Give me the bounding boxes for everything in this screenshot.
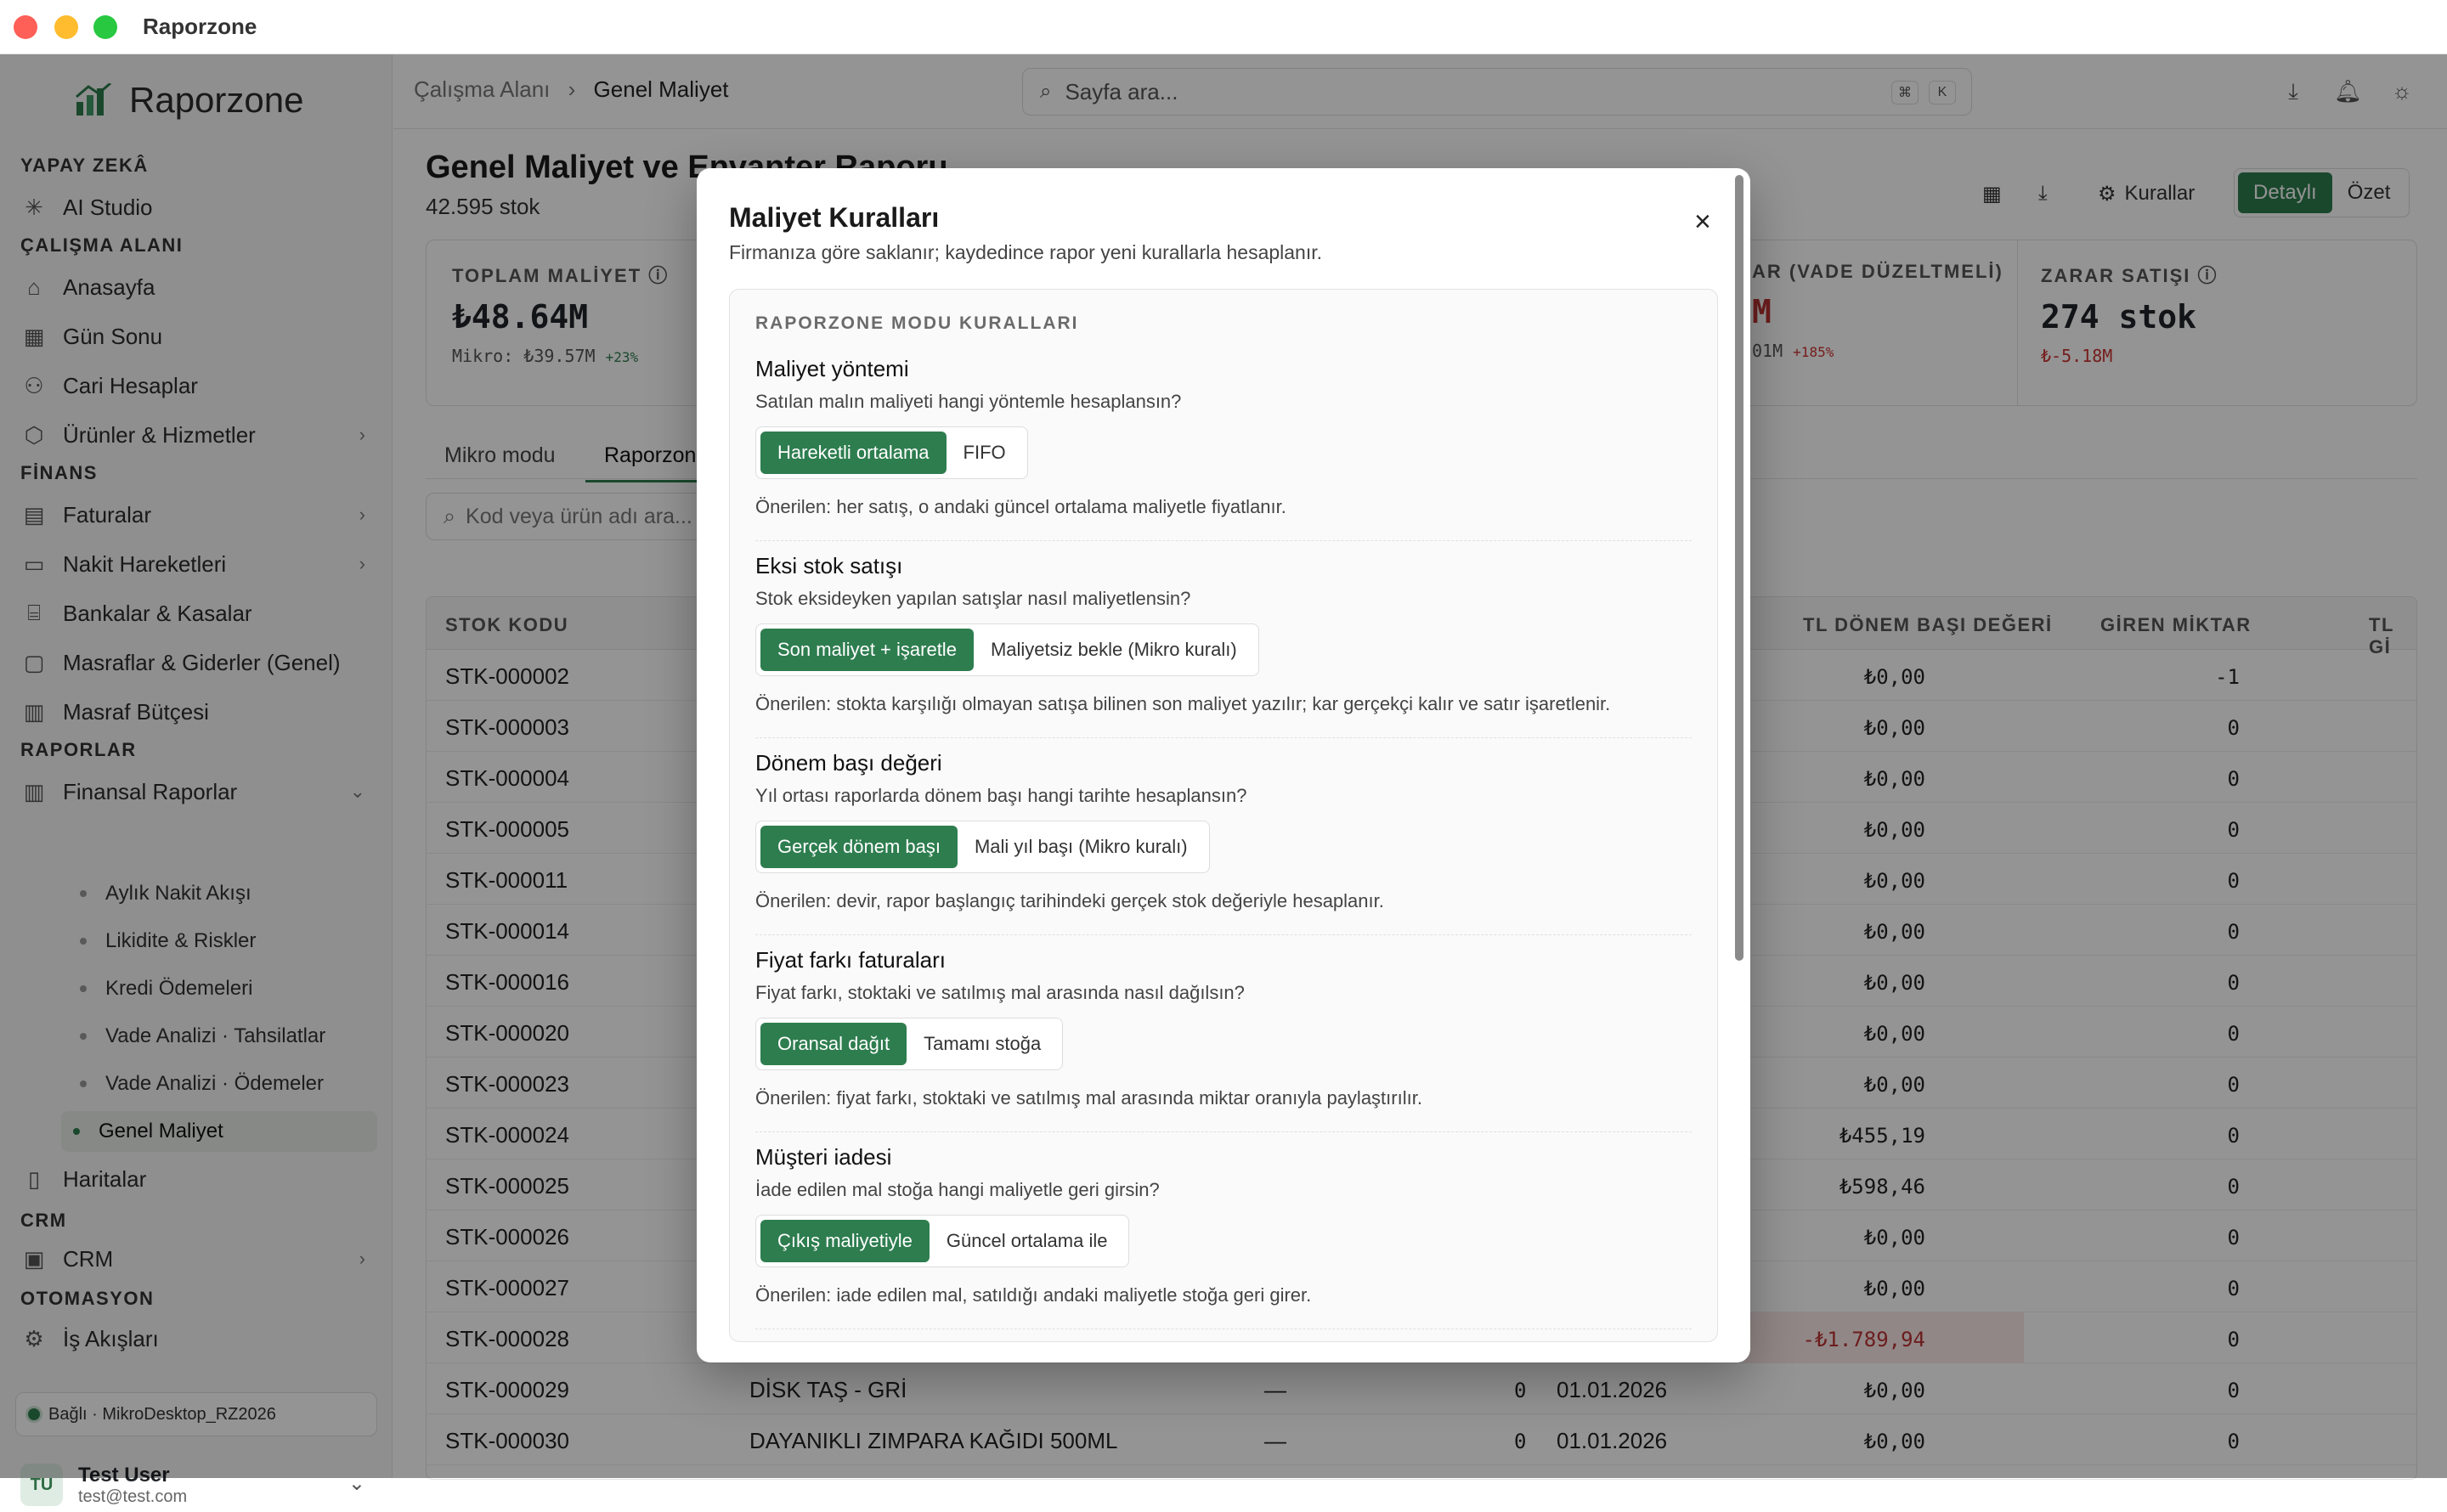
rule-block: Müşteri iadesi İade edilen mal stoğa hang…: [755, 1144, 1692, 1329]
rule-question: Fiyat farkı, stoktaki ve satılmış mal ar…: [755, 982, 1245, 1003]
rule-option-toggle: Oransal dağıt Tamamı stoğa: [755, 1018, 1064, 1070]
rule-block: Maliyet yöntemi Satılan malın maliyeti ha…: [755, 356, 1692, 541]
rule-block: Fiyat farkı faturaları Fiyat farkı, stokt…: [755, 947, 1692, 1132]
rule-option-toggle: Çıkış maliyetiyle Güncel ortalama ile: [755, 1215, 1130, 1267]
close-window-icon[interactable]: [14, 15, 37, 39]
rule-recommendation: Önerilen: iade edilen mal, satıldığı and…: [755, 1284, 1692, 1329]
rules-modal: Maliyet Kuralları Firmanıza göre saklanı…: [697, 168, 1750, 1362]
rule-option[interactable]: Mali yıl başı (Mikro kuralı): [958, 826, 1205, 868]
rule-question: Yıl ortası raporlarda dönem başı hangi t…: [755, 785, 1247, 806]
app-window: Raporzone Raporzone YAPAY ZEKÂ ✳ AI Stud…: [0, 0, 2447, 1506]
rule-recommendation: Önerilen: fiyat farkı, stoktaki ve satıl…: [755, 1087, 1692, 1132]
rule-option-selected[interactable]: Oransal dağıt: [760, 1023, 907, 1065]
close-icon[interactable]: ×: [1694, 206, 1711, 239]
maximize-window-icon[interactable]: [93, 15, 117, 39]
rules-panel: RAPORZONE MODU KURALLARI Maliyet yöntemi…: [729, 289, 1718, 1342]
scrollbar[interactable]: [1735, 175, 1743, 961]
rule-recommendation: Önerilen: stokta karşılığı olmayan satış…: [755, 693, 1692, 738]
rule-option[interactable]: Güncel ortalama ile: [930, 1220, 1125, 1262]
rule-option[interactable]: FIFO: [947, 432, 1023, 474]
rule-title: Fiyat farkı faturaları: [755, 947, 946, 973]
rule-option-selected[interactable]: Hareketli ortalama: [760, 432, 947, 474]
rule-option-toggle: Son maliyet + işaretle Maliyetsiz bekle (…: [755, 623, 1259, 676]
rule-option-selected[interactable]: Son maliyet + işaretle: [760, 629, 974, 671]
rule-option-selected[interactable]: Çıkış maliyetiyle: [760, 1220, 930, 1262]
rule-option[interactable]: Maliyetsiz bekle (Mikro kuralı): [974, 629, 1254, 671]
minimize-window-icon[interactable]: [54, 15, 78, 39]
rule-recommendation: Önerilen: her satış, o andaki güncel ort…: [755, 496, 1692, 541]
rule-question: Stok eksideyken yapılan satışlar nasıl m…: [755, 588, 1191, 609]
rule-title: Maliyet yöntemi: [755, 356, 909, 381]
rule-question: İade edilen mal stoğa hangi maliyetle ge…: [755, 1179, 1160, 1200]
modal-description: Firmanıza göre saklanır; kaydedince rapo…: [729, 241, 1323, 263]
rule-option-toggle: Gerçek dönem başı Mali yıl başı (Mikro ku…: [755, 821, 1210, 873]
rule-question: Satılan malın maliyeti hangi yöntemle he…: [755, 391, 1182, 412]
modal-title: Maliyet Kuralları: [729, 202, 940, 233]
rule-recommendation: Önerilen: devir, rapor başlangıç tarihin…: [755, 890, 1692, 935]
rule-block: Dönem başı değeri Yıl ortası raporlarda d…: [755, 750, 1692, 935]
window-title: Raporzone: [143, 14, 257, 39]
rule-title: Müşteri iadesi: [755, 1144, 892, 1170]
rule-title: Eksi stok satışı: [755, 553, 903, 578]
rule-option-selected[interactable]: Gerçek dönem başı: [760, 826, 958, 868]
rule-block: Eksi stok satışı Stok eksideyken yapılan …: [755, 553, 1692, 738]
rule-title: Dönem başı değeri: [755, 750, 942, 776]
rule-option-toggle: Hareketli ortalama FIFO: [755, 426, 1028, 479]
user-email: test@test.com: [78, 1487, 188, 1506]
rules-section-label: RAPORZONE MODU KURALLARI: [755, 313, 1079, 333]
title-bar: Raporzone: [0, 0, 2447, 54]
rule-option[interactable]: Tamamı stoğa: [907, 1023, 1058, 1065]
